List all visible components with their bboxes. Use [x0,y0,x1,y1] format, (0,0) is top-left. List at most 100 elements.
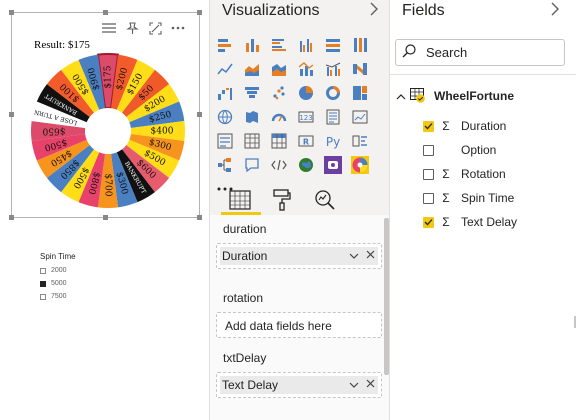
checkbox[interactable] [423,192,434,204]
well-txtdelay[interactable]: Text Delay [216,372,382,398]
map-icon[interactable] [216,108,234,126]
wheel-hub [85,108,131,154]
field-label: Text Delay [461,215,518,229]
slicer-option[interactable]: 5000 [40,277,76,290]
empty-well-placeholder: Add data fields here [225,319,332,333]
resize-handle[interactable] [103,215,108,220]
magnifier-chart-icon [315,190,335,210]
card-icon[interactable]: 123 [297,108,315,126]
power-apps-icon[interactable] [324,156,342,174]
area-chart-icon[interactable] [243,60,261,78]
well-label-txtdelay: txtDelay [223,351,267,365]
filled-map-icon[interactable] [243,108,261,126]
funnel-chart-icon[interactable] [243,84,261,102]
drag-handle-icon[interactable] [101,21,117,35]
pin-icon[interactable] [124,21,140,35]
donut-chart-icon[interactable] [324,84,342,102]
field-label: Rotation [461,167,506,181]
wheel-visual[interactable]: Result: $175 $175 $200 $150 $50 $200 $250 $400… [9,10,202,220]
well-label-duration: duration [223,222,267,236]
field-pill[interactable]: Text Delay [220,376,378,394]
clustered-bar-chart-icon[interactable] [270,36,288,54]
smart-narrative-icon[interactable] [270,156,288,174]
svg-text:R: R [303,138,309,147]
field-item-duration[interactable]: Σ Duration [423,117,506,135]
wheel-segment-label: $400 [151,127,174,137]
pane-title: Visualizations [222,2,320,19]
checkbox[interactable] [40,280,46,287]
format-tab[interactable] [264,185,300,215]
field-item-rotation[interactable]: Σ Rotation [423,165,506,183]
treemap-icon[interactable] [351,84,369,102]
field-label: Duration [461,119,507,133]
well-duration[interactable]: Duration [216,243,382,269]
resize-handle[interactable] [9,112,14,117]
table-icon[interactable] [243,132,261,150]
resize-handle[interactable] [197,10,202,15]
fortune-wheel[interactable]: $175 $200 $150 $50 $200 $250 $400 $300 $500 $600 B… [30,53,186,214]
qa-visual-icon[interactable] [243,156,261,174]
chevron-down-icon[interactable] [346,380,362,391]
waterfall-chart-icon[interactable] [216,84,234,102]
field-item-text-delay[interactable]: Σ Text Delay [423,213,517,231]
search-input[interactable] [426,45,546,60]
analytics-tab[interactable] [307,185,343,215]
checkbox[interactable] [40,293,46,300]
table-icon [410,87,426,105]
fields-tab[interactable] [222,185,258,215]
svg-text:123: 123 [299,114,312,122]
field-item-spin-time[interactable]: Σ Spin Time [423,189,514,207]
field-pill[interactable]: Duration [220,247,378,265]
resize-handle[interactable] [9,10,14,15]
arcgis-map-icon[interactable] [297,156,315,174]
slicer-option[interactable]: 2000 [40,264,76,277]
kpi-icon[interactable] [351,108,369,126]
line-chart-icon[interactable] [216,60,234,78]
slicer-icon[interactable] [216,132,234,150]
100pct-bar-chart-icon[interactable] [324,36,342,54]
clustered-column-chart-icon[interactable] [297,36,315,54]
ribbon-chart-icon[interactable] [351,60,369,78]
resize-handle[interactable] [197,112,202,117]
collapse-chevron-icon[interactable] [550,2,560,20]
pie-chart-icon[interactable] [297,84,315,102]
chevron-down-icon[interactable] [346,251,362,262]
field-item-option[interactable]: Option [423,141,496,159]
scatter-chart-icon[interactable] [270,84,288,102]
wheel-of-fortune-visual-icon[interactable] [351,156,369,174]
resize-handle[interactable] [197,215,202,220]
r-visual-icon[interactable]: R [297,132,315,150]
visualizations-pane: Visualizations 123 R Py duration Duratio… [209,0,390,420]
well-rotation[interactable]: Add data fields here [216,312,382,338]
resize-handle[interactable] [103,10,108,15]
search-box[interactable] [395,39,565,66]
100pct-column-chart-icon[interactable] [351,36,369,54]
checkbox[interactable] [423,144,434,156]
close-icon[interactable] [362,379,378,391]
gauge-icon[interactable] [270,108,288,126]
checkbox[interactable] [423,120,434,132]
stacked-area-chart-icon[interactable] [270,60,288,78]
table-node[interactable]: WheelFortune [390,86,514,106]
pane-title: Fields [402,2,445,19]
checkbox[interactable] [423,216,434,228]
more-options-icon[interactable] [170,21,186,35]
slicer-option[interactable]: 7500 [40,290,76,303]
checkbox[interactable] [423,168,434,180]
key-influencers-icon[interactable] [351,132,369,150]
multi-row-card-icon[interactable] [324,108,342,126]
collapse-chevron-icon[interactable] [369,2,379,20]
close-icon[interactable] [362,250,378,262]
matrix-icon[interactable] [270,132,288,150]
chevron-up-icon[interactable] [396,87,410,105]
line-and-column-chart-icon[interactable] [297,60,315,78]
result-label: Result: $175 [34,39,90,51]
focus-mode-icon[interactable] [147,21,163,35]
stacked-bar-chart-icon[interactable] [216,36,234,54]
decomposition-tree-icon[interactable] [216,156,234,174]
line-and-clustered-column-icon[interactable] [324,60,342,78]
python-visual-icon[interactable]: Py [324,132,342,150]
resize-handle[interactable] [9,215,14,220]
checkbox[interactable] [40,267,46,274]
stacked-column-chart-icon[interactable] [243,36,261,54]
